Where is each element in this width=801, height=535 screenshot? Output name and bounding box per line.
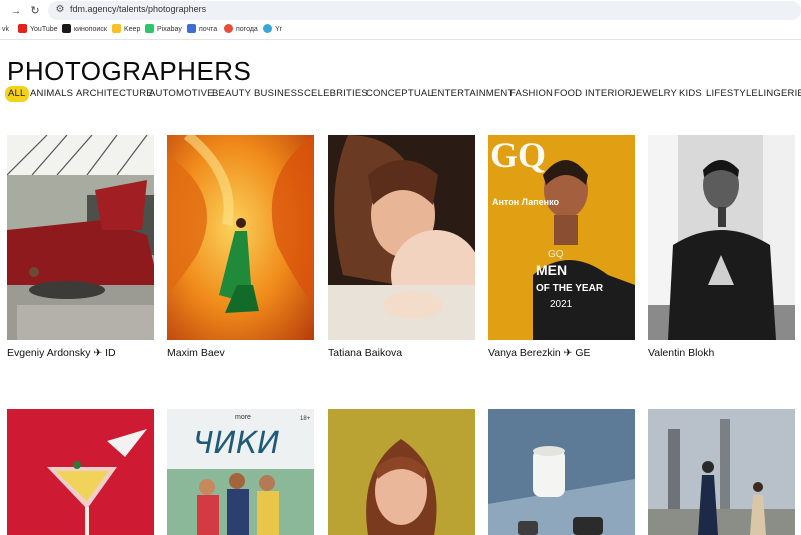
gq-year: 2021 (550, 299, 573, 310)
kinopoisk-icon (62, 24, 71, 33)
filter-architecture[interactable]: ARCHITECTURE (76, 86, 153, 102)
photographer-name[interactable]: Tatiana Baikova (328, 347, 402, 359)
bookmark-weather[interactable]: погода (224, 23, 258, 37)
filter-kids[interactable]: KIDS (679, 86, 702, 102)
mail-icon (187, 24, 196, 33)
gq-men: MEN (536, 262, 567, 278)
photographer-name[interactable]: Evgeniy Ardonsky ✈ ID (7, 347, 116, 359)
photographer-name[interactable]: Maxim Baev (167, 347, 225, 359)
photographer-photo[interactable] (7, 135, 154, 340)
filter-food[interactable]: FOOD (554, 86, 582, 102)
photographer-name[interactable]: Vanya Berezkin ✈ GE (488, 347, 591, 359)
chiki-brand: more (235, 414, 251, 421)
filter-jewelry[interactable]: JEWELRY (631, 86, 677, 102)
filter-animals[interactable]: ANIMALS (30, 86, 73, 102)
filter-all[interactable]: ALL (5, 86, 29, 102)
youtube-icon (18, 24, 27, 33)
filter-entertainment[interactable]: ENTERTAINMENT (431, 86, 513, 102)
chiki-title: ЧИКИ (193, 426, 280, 461)
bookmark-yr[interactable]: Yr (263, 23, 282, 37)
photographer-photo[interactable] (648, 409, 795, 535)
filter-celebrities[interactable]: CELEBRITIES (304, 86, 368, 102)
photographer-name[interactable]: Valentin Blokh (648, 347, 714, 359)
yr-icon (263, 24, 272, 33)
weather-icon (224, 24, 233, 33)
gq-cover-name: Антон Лапенко (492, 197, 559, 207)
filter-conceptual[interactable]: CONCEPTUAL (366, 86, 433, 102)
site-settings-icon[interactable]: ⚙ (54, 4, 66, 16)
bookmark-mail[interactable]: почта (187, 23, 217, 37)
photographer-photo[interactable] (488, 409, 635, 535)
bookmark-vk[interactable]: vk (2, 23, 9, 37)
filter-automotive[interactable]: AUTOMOTIVE (149, 86, 214, 102)
photographer-photo[interactable] (328, 135, 475, 340)
filter-fashion[interactable]: FASHION (510, 86, 553, 102)
page-title: PHOTOGRAPHERS (7, 56, 252, 86)
filter-beauty[interactable]: BEAUTY (212, 86, 251, 102)
gq-logo: GQ (490, 135, 546, 175)
photographer-photo[interactable]: GQ Антон Лапенко GQ MEN OF THE YEAR 2021 (488, 135, 635, 340)
filter-business[interactable]: BUSINESS (254, 86, 304, 102)
keep-icon (112, 24, 121, 33)
filter-lifestyle[interactable]: LIFESTYLE (706, 86, 758, 102)
browser-chrome: → ↻ ⚙ fdm.agency/talents/photographers v… (0, 0, 801, 40)
gq-badge: GQ (548, 249, 564, 260)
photographer-photo[interactable] (167, 135, 314, 340)
bookmark-pixabay[interactable]: Pixabay (145, 23, 182, 37)
address-bar[interactable]: ⚙ fdm.agency/talents/photographers (48, 1, 801, 20)
forward-icon[interactable]: → (9, 4, 23, 18)
gq-of-the-year: OF THE YEAR (536, 283, 604, 294)
photographer-photo[interactable]: more 18+ ЧИКИ (167, 409, 314, 535)
address-url: fdm.agency/talents/photographers (70, 4, 207, 14)
bookmark-keep[interactable]: Keep (112, 23, 140, 37)
chiki-rating: 18+ (300, 416, 311, 422)
photographer-photo[interactable] (648, 135, 795, 340)
bookmark-youtube[interactable]: YouTube (18, 23, 58, 37)
photographer-photo[interactable] (7, 409, 154, 535)
reload-icon[interactable]: ↻ (28, 4, 42, 18)
filter-interior[interactable]: INTERIOR (585, 86, 632, 102)
photographer-photo[interactable] (328, 409, 475, 535)
category-filter-bar: ALL ANIMALS ARCHITECTURE AUTOMOTIVE BEAU… (0, 86, 801, 102)
bookmark-kinopoisk[interactable]: кинопоиск (62, 23, 107, 37)
filter-lingerie[interactable]: LINGERIE (758, 86, 801, 102)
pixabay-icon (145, 24, 154, 33)
